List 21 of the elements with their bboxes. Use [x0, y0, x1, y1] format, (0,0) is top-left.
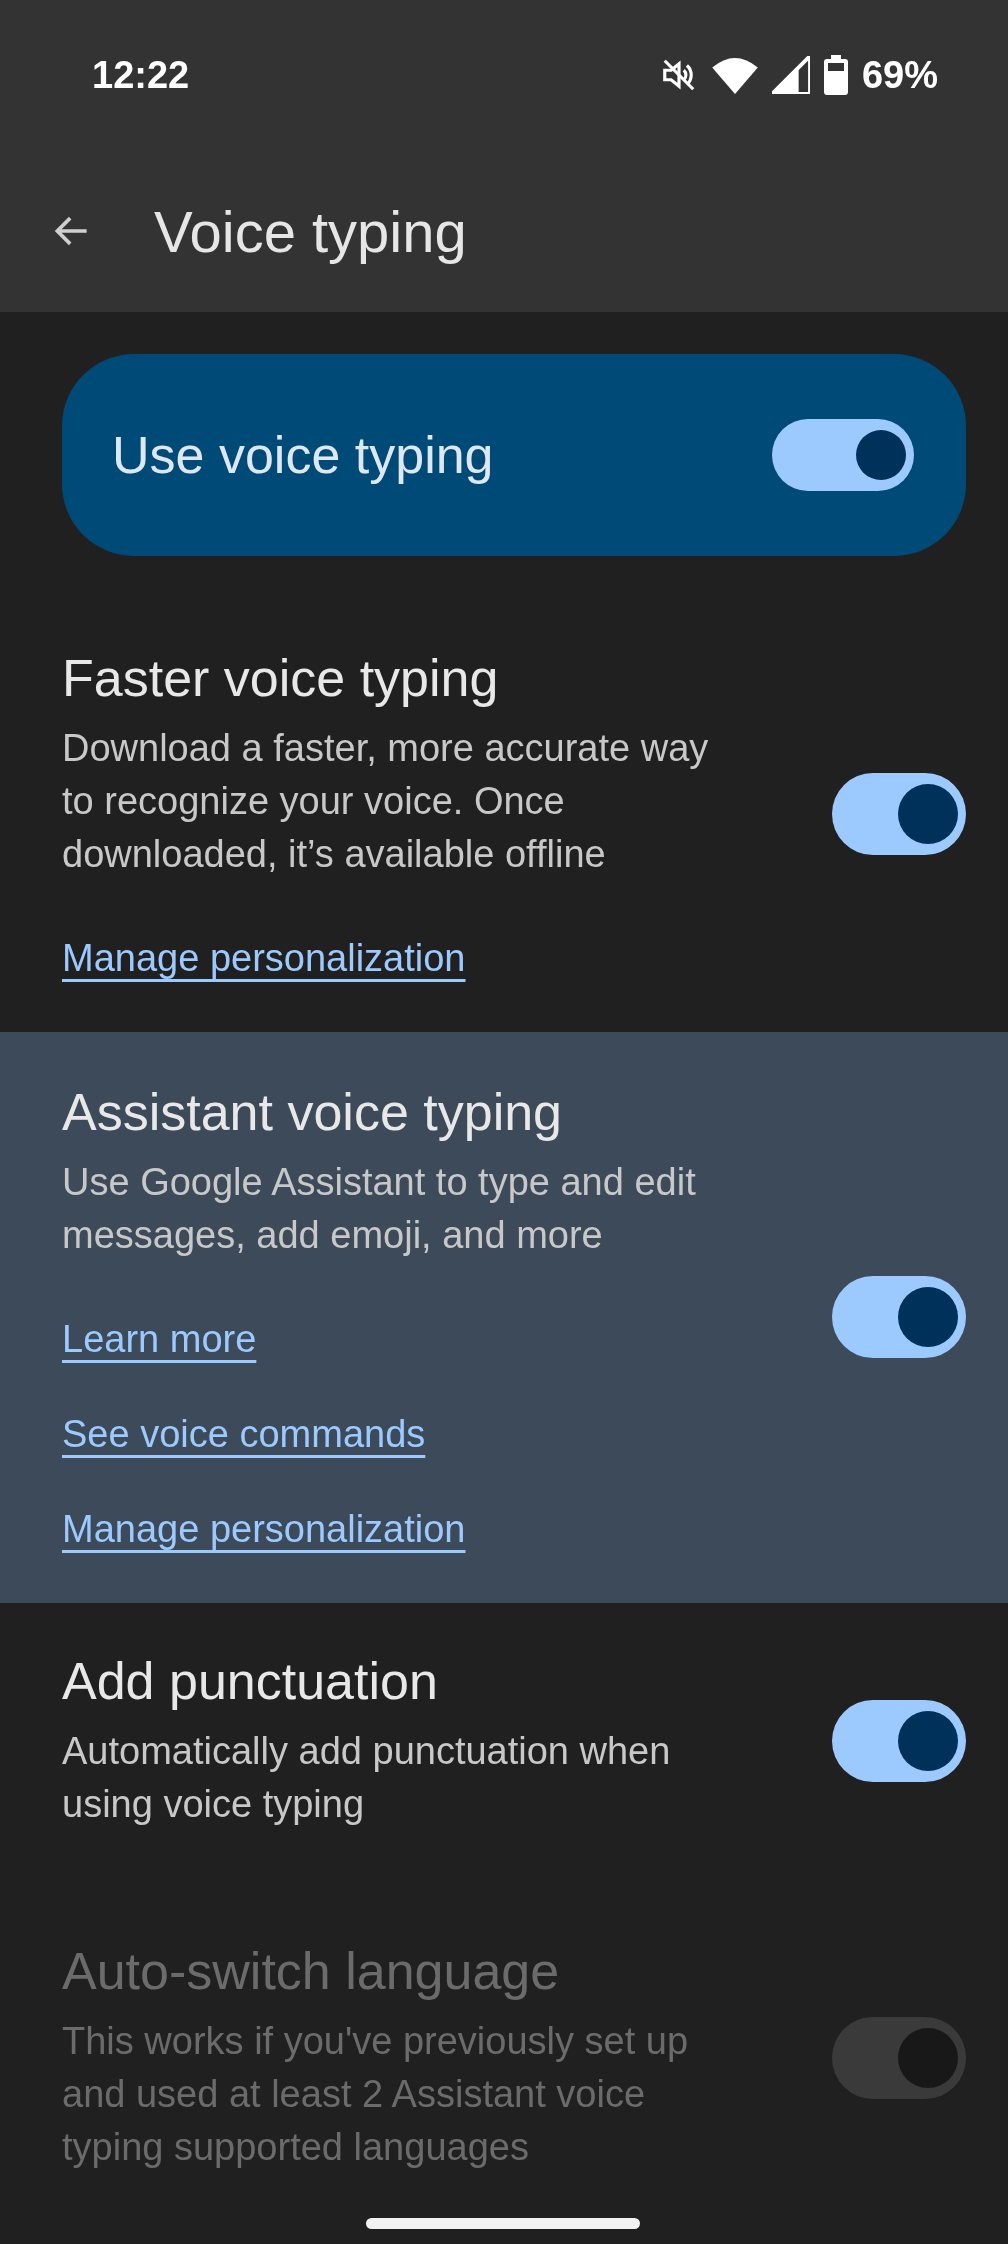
- text-link[interactable]: Manage personalization: [62, 1508, 466, 1551]
- battery-icon: [823, 55, 848, 95]
- text-link[interactable]: See voice commands: [62, 1413, 426, 1456]
- setting-title: Faster voice typing: [62, 648, 500, 708]
- wifi-icon: [711, 56, 758, 94]
- text-link[interactable]: Manage personalization: [62, 937, 466, 980]
- main-switch-label: Use voice typing: [112, 425, 494, 485]
- gesture-handle[interactable]: [366, 2218, 640, 2229]
- text-link[interactable]: Learn more: [62, 1318, 257, 1361]
- setting-description: This works if you've previously set up and used at least 2 Assistant voice typing supported languages: [62, 2019, 690, 2170]
- setting-title: Add punctuation: [62, 1651, 439, 1711]
- clock: 12:22: [92, 53, 190, 97]
- main-switch-card[interactable]: Use voice typing: [62, 354, 966, 556]
- setting-title: Auto-switch language: [62, 1941, 561, 2001]
- screen-title: Voice typing: [154, 197, 467, 265]
- setting-description: Automatically add punctuation when using voice typing: [62, 1729, 672, 1827]
- setting-description: Use Google Assistant to type and edit messages, add emoji, and more: [62, 1160, 697, 1258]
- setting-title: Assistant voice typing: [62, 1082, 564, 1142]
- battery-percent: 69%: [861, 53, 938, 97]
- setting-description: Download a faster, more accurate way to recognize your voice. Once downloaded, it’s available offline: [62, 726, 710, 877]
- signal-icon: [771, 56, 810, 94]
